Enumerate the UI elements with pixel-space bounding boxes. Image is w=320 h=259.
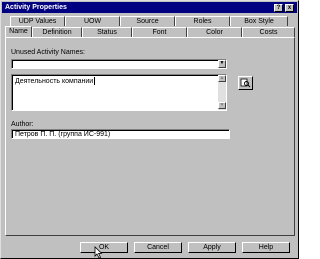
tab-uow[interactable]: UOW: [65, 16, 120, 26]
help-icon: ?: [276, 5, 281, 11]
close-title-button[interactable]: x: [285, 4, 294, 12]
browse-names-button[interactable]: [238, 76, 253, 90]
activity-name-text: Деятельность компании: [15, 77, 96, 85]
author-value: Петров П. П. (группа ИС-991): [15, 131, 111, 138]
tab-label: Source: [136, 18, 159, 25]
text-caret: [94, 77, 96, 85]
cancel-button[interactable]: Cancel: [134, 242, 182, 253]
help-title-button[interactable]: ?: [274, 4, 283, 12]
mouse-pointer-icon: [94, 246, 103, 259]
ok-button[interactable]: OK: [80, 242, 128, 253]
tab-label: Roles: [193, 18, 212, 25]
tab-costs[interactable]: Costs: [242, 27, 295, 37]
unused-names-label: Unused Activity Names:: [11, 49, 85, 56]
help-button-label: Help: [258, 244, 274, 251]
author-field[interactable]: Петров П. П. (группа ИС-991): [11, 129, 230, 139]
scroll-up-icon: ▲: [219, 75, 225, 81]
tab-label: UOW: [83, 18, 102, 25]
tab-label: UDP Values: [18, 18, 57, 25]
search-icon: [240, 78, 251, 88]
close-icon: x: [287, 5, 292, 11]
apply-button-label: Apply: [203, 244, 221, 251]
tab-label: Status: [97, 29, 117, 36]
tab-udp-values[interactable]: UDP Values: [10, 16, 65, 26]
scroll-down-icon: ▼: [219, 102, 225, 108]
tab-color[interactable]: Color: [187, 27, 242, 37]
title-bar: Activity Properties ? x: [2, 2, 297, 13]
tab-label: Font: [152, 29, 167, 36]
tab-source[interactable]: Source: [120, 16, 175, 26]
tab-box-style[interactable]: Box Style: [230, 16, 288, 26]
activity-name-value: Деятельность компании: [15, 77, 94, 85]
scroll-up-button[interactable]: ▲: [218, 75, 226, 82]
name-tab-panel: Unused Activity Names: ▼ Деятельность ко…: [5, 37, 295, 236]
tab-font[interactable]: Font: [132, 27, 187, 37]
tab-label: Box Style: [244, 18, 274, 25]
author-label: Author:: [11, 121, 34, 128]
window-title: Activity Properties: [5, 4, 67, 11]
tab-label: Color: [206, 29, 223, 36]
tab-name[interactable]: Name: [5, 26, 32, 37]
activity-name-textarea[interactable]: Деятельность компании ▲ ▼: [11, 74, 227, 111]
tab-label: Definition: [42, 29, 72, 36]
unused-names-combobox[interactable]: ▼: [11, 59, 227, 69]
apply-button[interactable]: Apply: [188, 242, 236, 253]
tab-label: Costs: [259, 29, 278, 36]
tab-label: Name: [9, 28, 28, 35]
tab-roles[interactable]: Roles: [175, 16, 230, 26]
activity-properties-dialog: Activity Properties ? x UDP Values UOW S…: [0, 0, 299, 259]
tab-status[interactable]: Status: [82, 27, 132, 37]
cancel-button-label: Cancel: [147, 244, 169, 251]
chevron-down-icon: ▼: [219, 60, 225, 66]
unused-names-dropdown-button[interactable]: ▼: [218, 60, 226, 68]
tab-definition[interactable]: Definition: [32, 27, 82, 37]
scroll-down-button[interactable]: ▼: [218, 102, 226, 109]
help-button[interactable]: Help: [242, 242, 290, 253]
